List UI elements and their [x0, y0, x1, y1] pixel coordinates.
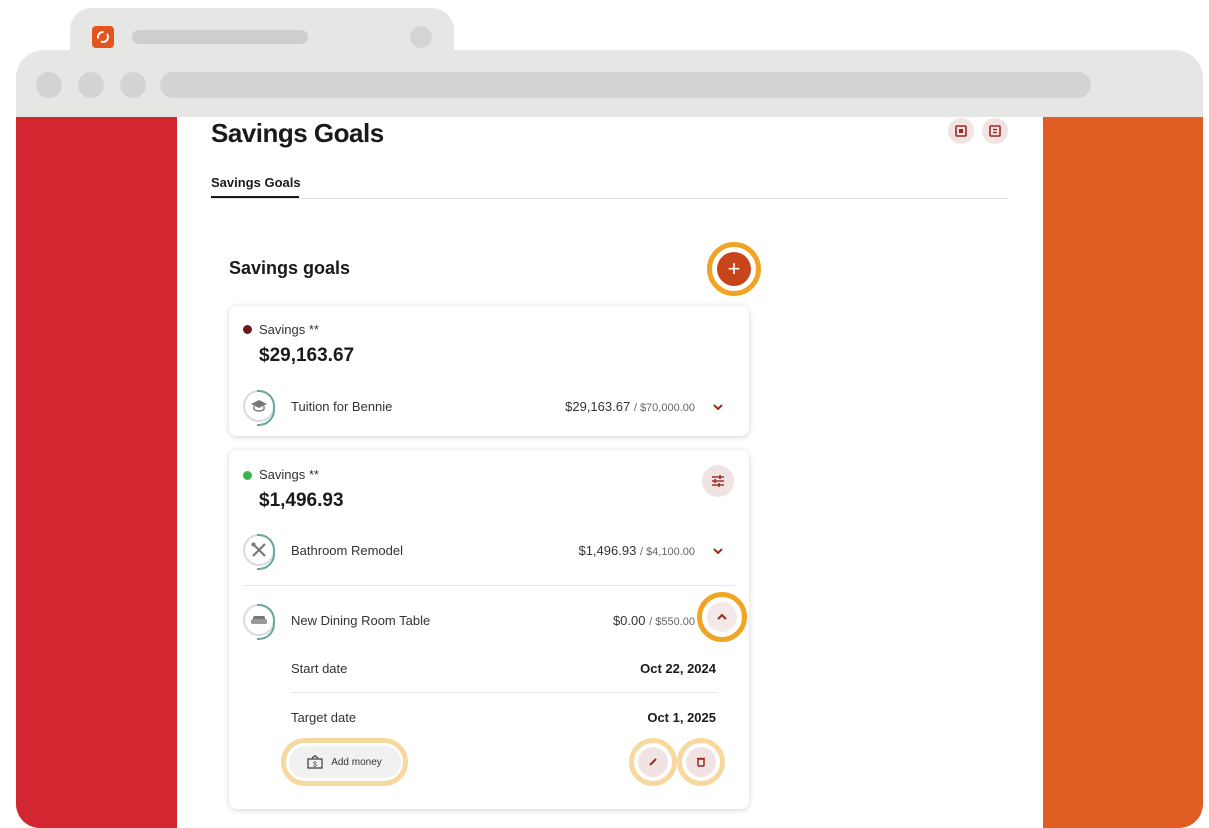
money-icon: $: [307, 755, 323, 769]
chevron-down-icon: [713, 404, 723, 411]
account-status-dot: [243, 325, 252, 334]
account-status-dot: [243, 471, 252, 480]
start-date-value: Oct 22, 2024: [640, 661, 716, 676]
account-settings-button[interactable]: [702, 465, 734, 497]
page-title: Savings Goals: [211, 118, 384, 148]
delete-goal-highlight: [677, 738, 725, 786]
collapse-goal-highlight: [697, 592, 747, 642]
tab-close-icon[interactable]: [410, 26, 432, 48]
tab-savings-goals[interactable]: Savings Goals: [211, 175, 301, 190]
plus-icon: +: [727, 256, 741, 281]
goal-amount: $29,163.67 / $70,000.00: [565, 399, 695, 414]
collapse-goal-button[interactable]: [707, 602, 737, 632]
edit-goal-highlight: [629, 738, 677, 786]
details-divider: [291, 692, 716, 693]
account-balance: $29,163.67: [259, 345, 355, 366]
sofa-icon: [243, 604, 275, 640]
goal-divider: [243, 585, 735, 586]
add-goal-button[interactable]: +: [717, 252, 751, 286]
account-label: Savings **: [259, 322, 319, 337]
tools-icon: [243, 534, 275, 570]
goal-name[interactable]: Bathroom Remodel: [291, 543, 403, 558]
window-maximize-icon[interactable]: [120, 72, 146, 98]
tabs-divider: [211, 198, 1008, 199]
print-icon: [955, 125, 967, 137]
window-minimize-icon[interactable]: [78, 72, 104, 98]
sliders-icon: [712, 475, 724, 487]
document-icon: [989, 125, 1001, 137]
account-label: Savings **: [259, 467, 319, 482]
start-date-label: Start date: [291, 661, 348, 676]
add-money-highlight: $ Add money: [281, 738, 408, 786]
print-button[interactable]: [948, 118, 974, 144]
tab-title-placeholder: [132, 30, 308, 44]
left-brand-panel: [16, 117, 177, 828]
goal-amount: $0.00 / $550.00: [612, 613, 695, 628]
pencil-icon: [649, 758, 657, 766]
goal-name[interactable]: New Dining Room Table: [291, 613, 430, 628]
target-date-label: Target date: [291, 710, 357, 725]
export-button[interactable]: [982, 118, 1008, 144]
chevron-up-icon: [717, 613, 727, 620]
add-money-button[interactable]: $ Add money: [288, 746, 401, 778]
goal-amount: $1,496.93 / $4,100.00: [578, 543, 695, 558]
delete-goal-button[interactable]: [686, 747, 716, 777]
graduation-cap-icon: [243, 390, 275, 426]
add-goal-highlight: +: [707, 242, 761, 296]
target-date-value: Oct 1, 2025: [647, 710, 716, 725]
chevron-down-icon: [713, 548, 723, 555]
window-close-icon[interactable]: [36, 72, 62, 98]
edit-goal-button[interactable]: [638, 747, 668, 777]
section-title: Savings goals: [229, 258, 351, 278]
app-favicon-icon: [92, 26, 114, 48]
add-money-label: Add money: [331, 756, 382, 768]
expand-goal-button[interactable]: [709, 542, 727, 560]
svg-text:$: $: [313, 762, 317, 769]
account-balance: $1,496.93: [259, 490, 344, 511]
trash-icon: [697, 757, 705, 767]
address-bar[interactable]: [160, 72, 1091, 98]
right-brand-panel: [1043, 117, 1203, 828]
goal-name[interactable]: Tuition for Bennie: [291, 399, 392, 414]
expand-goal-button[interactable]: [709, 398, 727, 416]
